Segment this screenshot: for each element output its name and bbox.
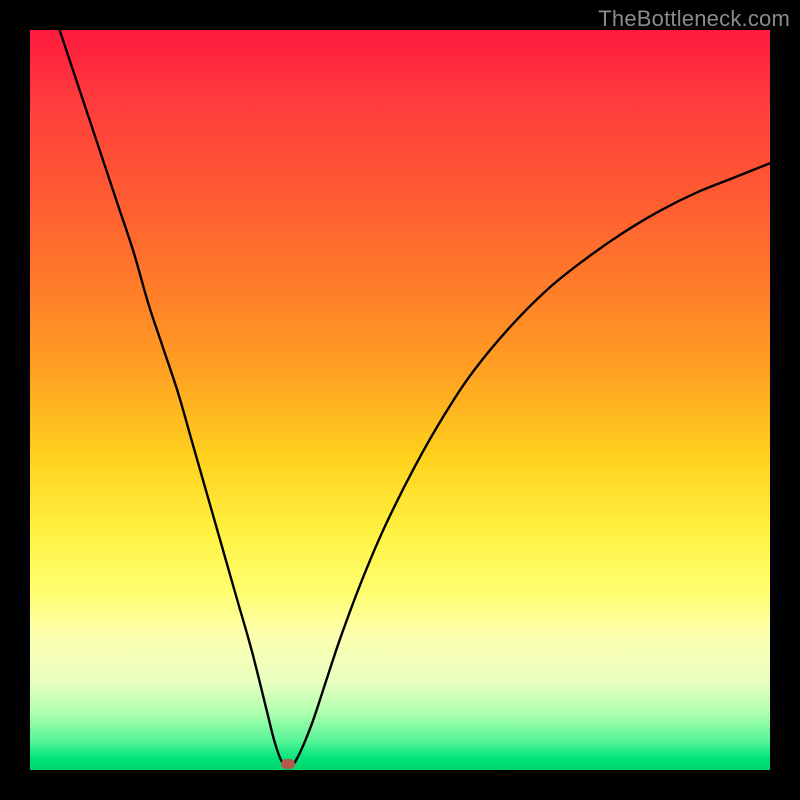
- optimal-point-marker: [281, 759, 295, 769]
- bottleneck-curve: [30, 30, 770, 770]
- chart-frame: TheBottleneck.com: [0, 0, 800, 800]
- chart-plot-area: [30, 30, 770, 770]
- watermark-text: TheBottleneck.com: [598, 6, 790, 32]
